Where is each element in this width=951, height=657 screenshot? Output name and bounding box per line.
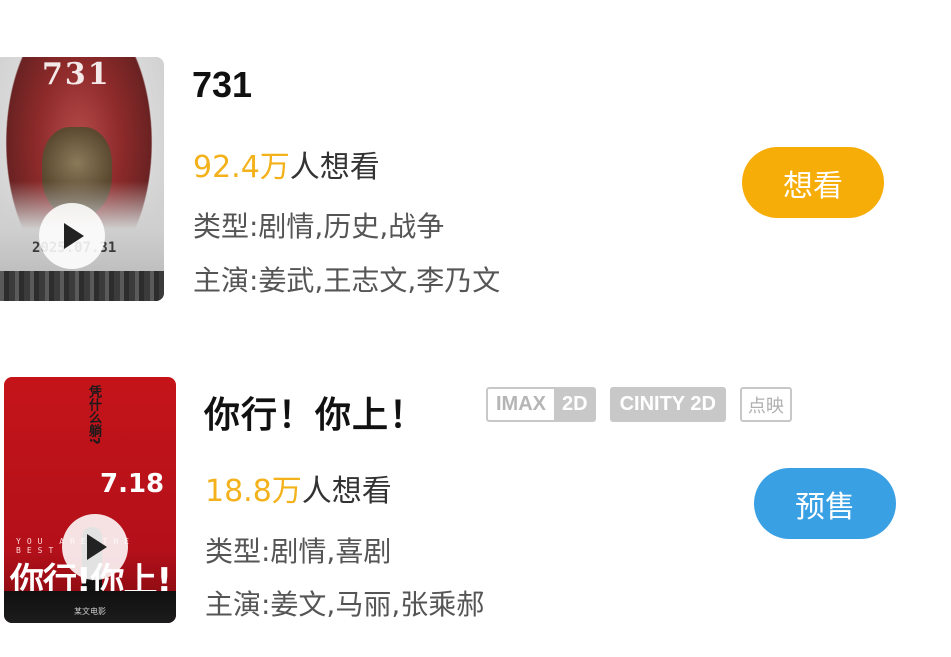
poster-crowd <box>0 271 164 301</box>
movie-cast: 主演:姜文,马丽,张乘郝 <box>205 588 485 621</box>
poster-number-text: 7.18 <box>100 469 165 499</box>
want-to-watch-count: 18.8万人想看 <box>205 466 392 510</box>
play-icon[interactable] <box>39 203 105 269</box>
movie-title[interactable]: 你行！你上！ <box>204 386 426 438</box>
format-tags: IMAX 2D CINITY 2D 点映 <box>486 387 792 425</box>
want-to-watch-count: 92.4万人想看 <box>193 142 380 186</box>
want-count-suffix: 人想看 <box>289 150 380 185</box>
movie-cast: 主演:姜武,王志文,李乃文 <box>193 264 501 297</box>
preview-screening-tag: 点映 <box>739 387 792 422</box>
movie-title[interactable]: 731 <box>192 64 252 106</box>
movie-item[interactable]: 731 2025.07.31 731 92.4万人想看 类型:剧情,历史,战争 … <box>0 0 951 330</box>
movie-genre: 类型:剧情,历史,战争 <box>193 210 445 243</box>
movie-poster[interactable]: 731 2025.07.31 <box>0 57 164 301</box>
play-icon[interactable] <box>62 514 128 580</box>
poster-title-text: 731 <box>42 57 111 92</box>
movie-item[interactable]: 凭什么躺? 7.18 YOU ARE THE BEST 你行!你上! 某文电影 … <box>0 330 951 657</box>
movie-list: 731 2025.07.31 731 92.4万人想看 类型:剧情,历史,战争 … <box>0 0 951 657</box>
imax-tag-dim: 2D <box>554 387 596 422</box>
movie-poster[interactable]: 凭什么躺? 7.18 YOU ARE THE BEST 你行!你上! 某文电影 <box>4 377 176 623</box>
movie-genre: 类型:剧情,喜剧 <box>205 535 392 568</box>
want-count-suffix: 人想看 <box>301 474 392 509</box>
want-count-number: 92.4万 <box>193 150 290 185</box>
poster-studio: 某文电影 <box>74 607 106 616</box>
want-to-watch-button[interactable]: 想看 <box>742 147 884 218</box>
presale-button[interactable]: 预售 <box>754 468 896 539</box>
imax-2d-tag: IMAX 2D <box>486 387 596 422</box>
want-count-number: 18.8万 <box>205 474 302 509</box>
cinity-2d-tag: CINITY 2D <box>609 387 726 422</box>
imax-tag-label: IMAX <box>486 387 554 422</box>
poster-vertical-text: 凭什么躺? <box>86 385 101 445</box>
